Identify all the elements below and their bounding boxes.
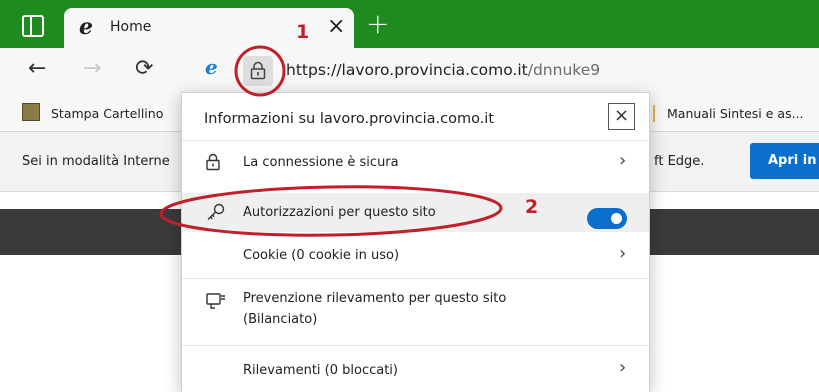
refresh-icon[interactable]: ⟳: [135, 56, 153, 81]
cookies-label: Cookie (0 cookie in uso): [243, 248, 400, 263]
address-bar[interactable]: https://lavoro.provincia.como.it/dnnuke9: [286, 61, 600, 79]
bookmark-item[interactable]: Manuali Sintesi e as...: [667, 106, 804, 121]
folder-icon: [653, 105, 655, 122]
ie-favicon-icon: e: [79, 14, 93, 40]
infobar-message: Sei in modalità Interne: [22, 154, 170, 169]
tab-title: Home: [110, 19, 152, 35]
lock-icon: [206, 153, 220, 171]
annotation-label-2: 2: [525, 196, 539, 218]
open-in-edge-button[interactable]: Apri in M: [750, 143, 819, 179]
cookies-row[interactable]: Cookie (0 cookie in uso) ›: [182, 234, 649, 277]
chevron-right-icon: ›: [619, 357, 627, 378]
bookmark-favicon-icon: [22, 103, 40, 121]
forward-icon[interactable]: →: [83, 56, 101, 81]
tab-home[interactable]: e Home ×: [64, 8, 354, 48]
connection-secure-label: La connessione è sicura: [243, 155, 399, 170]
tracking-prevention-row: Prevenzione rilevamento per questo sito …: [182, 279, 649, 345]
site-info-popup: Informazioni su lavoro.provincia.como.it…: [181, 92, 650, 392]
tracking-prevention-label: Prevenzione rilevamento per questo sito: [243, 291, 507, 306]
tracking-prevention-toggle[interactable]: [587, 208, 627, 229]
connection-secure-row[interactable]: La connessione è sicura ›: [182, 141, 649, 184]
site-permissions-row[interactable]: Autorizzazioni per questo sito: [182, 193, 649, 232]
back-icon[interactable]: ←: [28, 56, 46, 81]
site-info-button[interactable]: [243, 56, 273, 86]
chevron-right-icon: ›: [619, 243, 627, 264]
bookmark-item[interactable]: Stampa Cartellino: [51, 106, 163, 121]
popup-title: Informazioni su lavoro.provincia.como.it: [204, 111, 495, 127]
tab-actions-icon[interactable]: [22, 15, 44, 37]
tab-strip: e Home × +: [0, 0, 819, 48]
url-path: /dnnuke9: [527, 61, 601, 79]
trackers-label: Rilevamenti (0 bloccati): [243, 363, 398, 378]
chevron-right-icon: ›: [619, 150, 627, 171]
ie-mode-icon[interactable]: e: [205, 55, 218, 79]
new-tab-icon[interactable]: +: [366, 10, 389, 38]
url-host: https://lavoro.provincia.como.it: [286, 61, 528, 79]
popup-close-button[interactable]: ×: [608, 103, 635, 130]
key-icon: [207, 203, 225, 220]
lock-icon: [250, 61, 266, 80]
trackers-row[interactable]: Rilevamenti (0 bloccati) ›: [182, 346, 649, 392]
open-in-edge-label: Apri in M: [768, 153, 819, 168]
toolbar: ← → ⟳ e https://lavoro.provincia.como.it…: [0, 48, 819, 94]
tracking-prevention-level: (Bilanciato): [243, 312, 318, 327]
site-permissions-label: Autorizzazioni per questo sito: [243, 205, 436, 220]
infobar-message-end: ft Edge.: [654, 154, 705, 169]
browser-window: e Home × + ← → ⟳ e https://lavoro.provin…: [0, 0, 819, 392]
annotation-label-1: 1: [296, 21, 310, 43]
tracking-prevention-icon: [206, 293, 225, 309]
tab-close-icon[interactable]: ×: [327, 14, 345, 39]
